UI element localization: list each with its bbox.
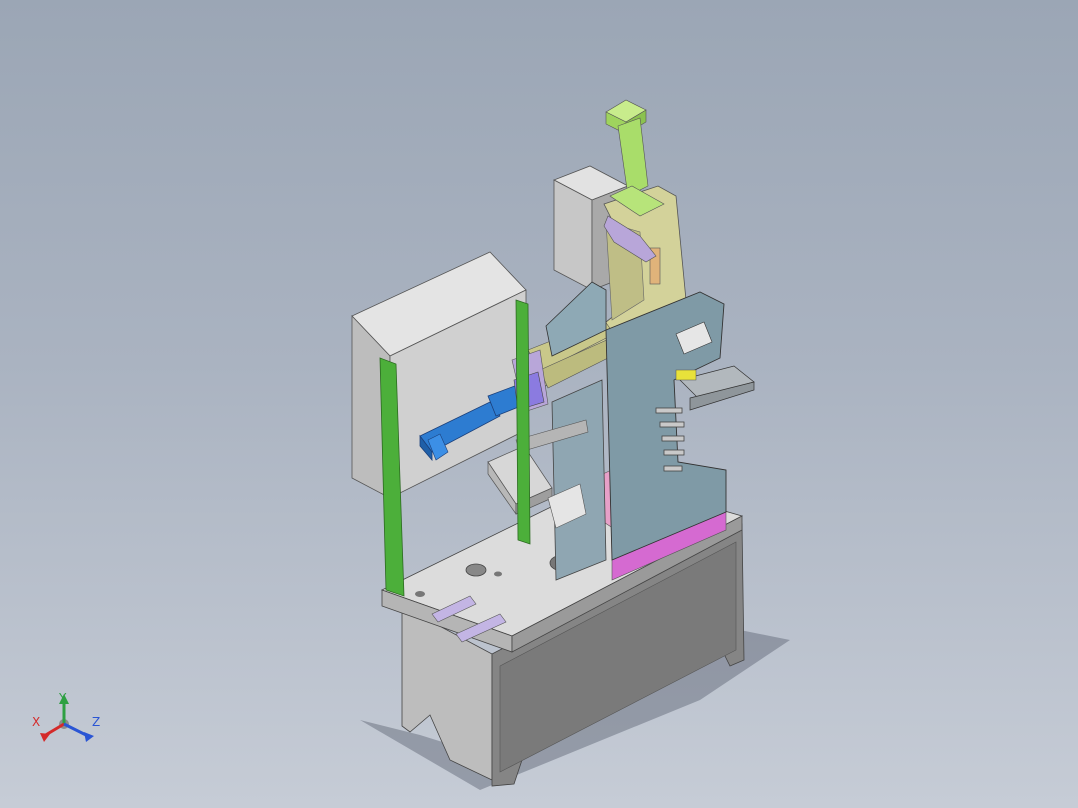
cad-viewport[interactable]: Y X Z: [0, 0, 1078, 808]
triad-y-label: Y: [58, 691, 67, 705]
triad-x-label: X: [32, 715, 40, 729]
triad-x-arrow: [40, 733, 50, 742]
center-column[interactable]: [551, 379, 607, 581]
cad-model-view[interactable]: [0, 0, 1078, 808]
triad-z-arrow: [84, 732, 94, 742]
triad-z-label: Z: [92, 715, 100, 729]
triad-z-axis: [63, 722, 89, 738]
axis-triad: Y X Z: [26, 690, 116, 760]
ejector-tray[interactable]: [675, 365, 755, 411]
